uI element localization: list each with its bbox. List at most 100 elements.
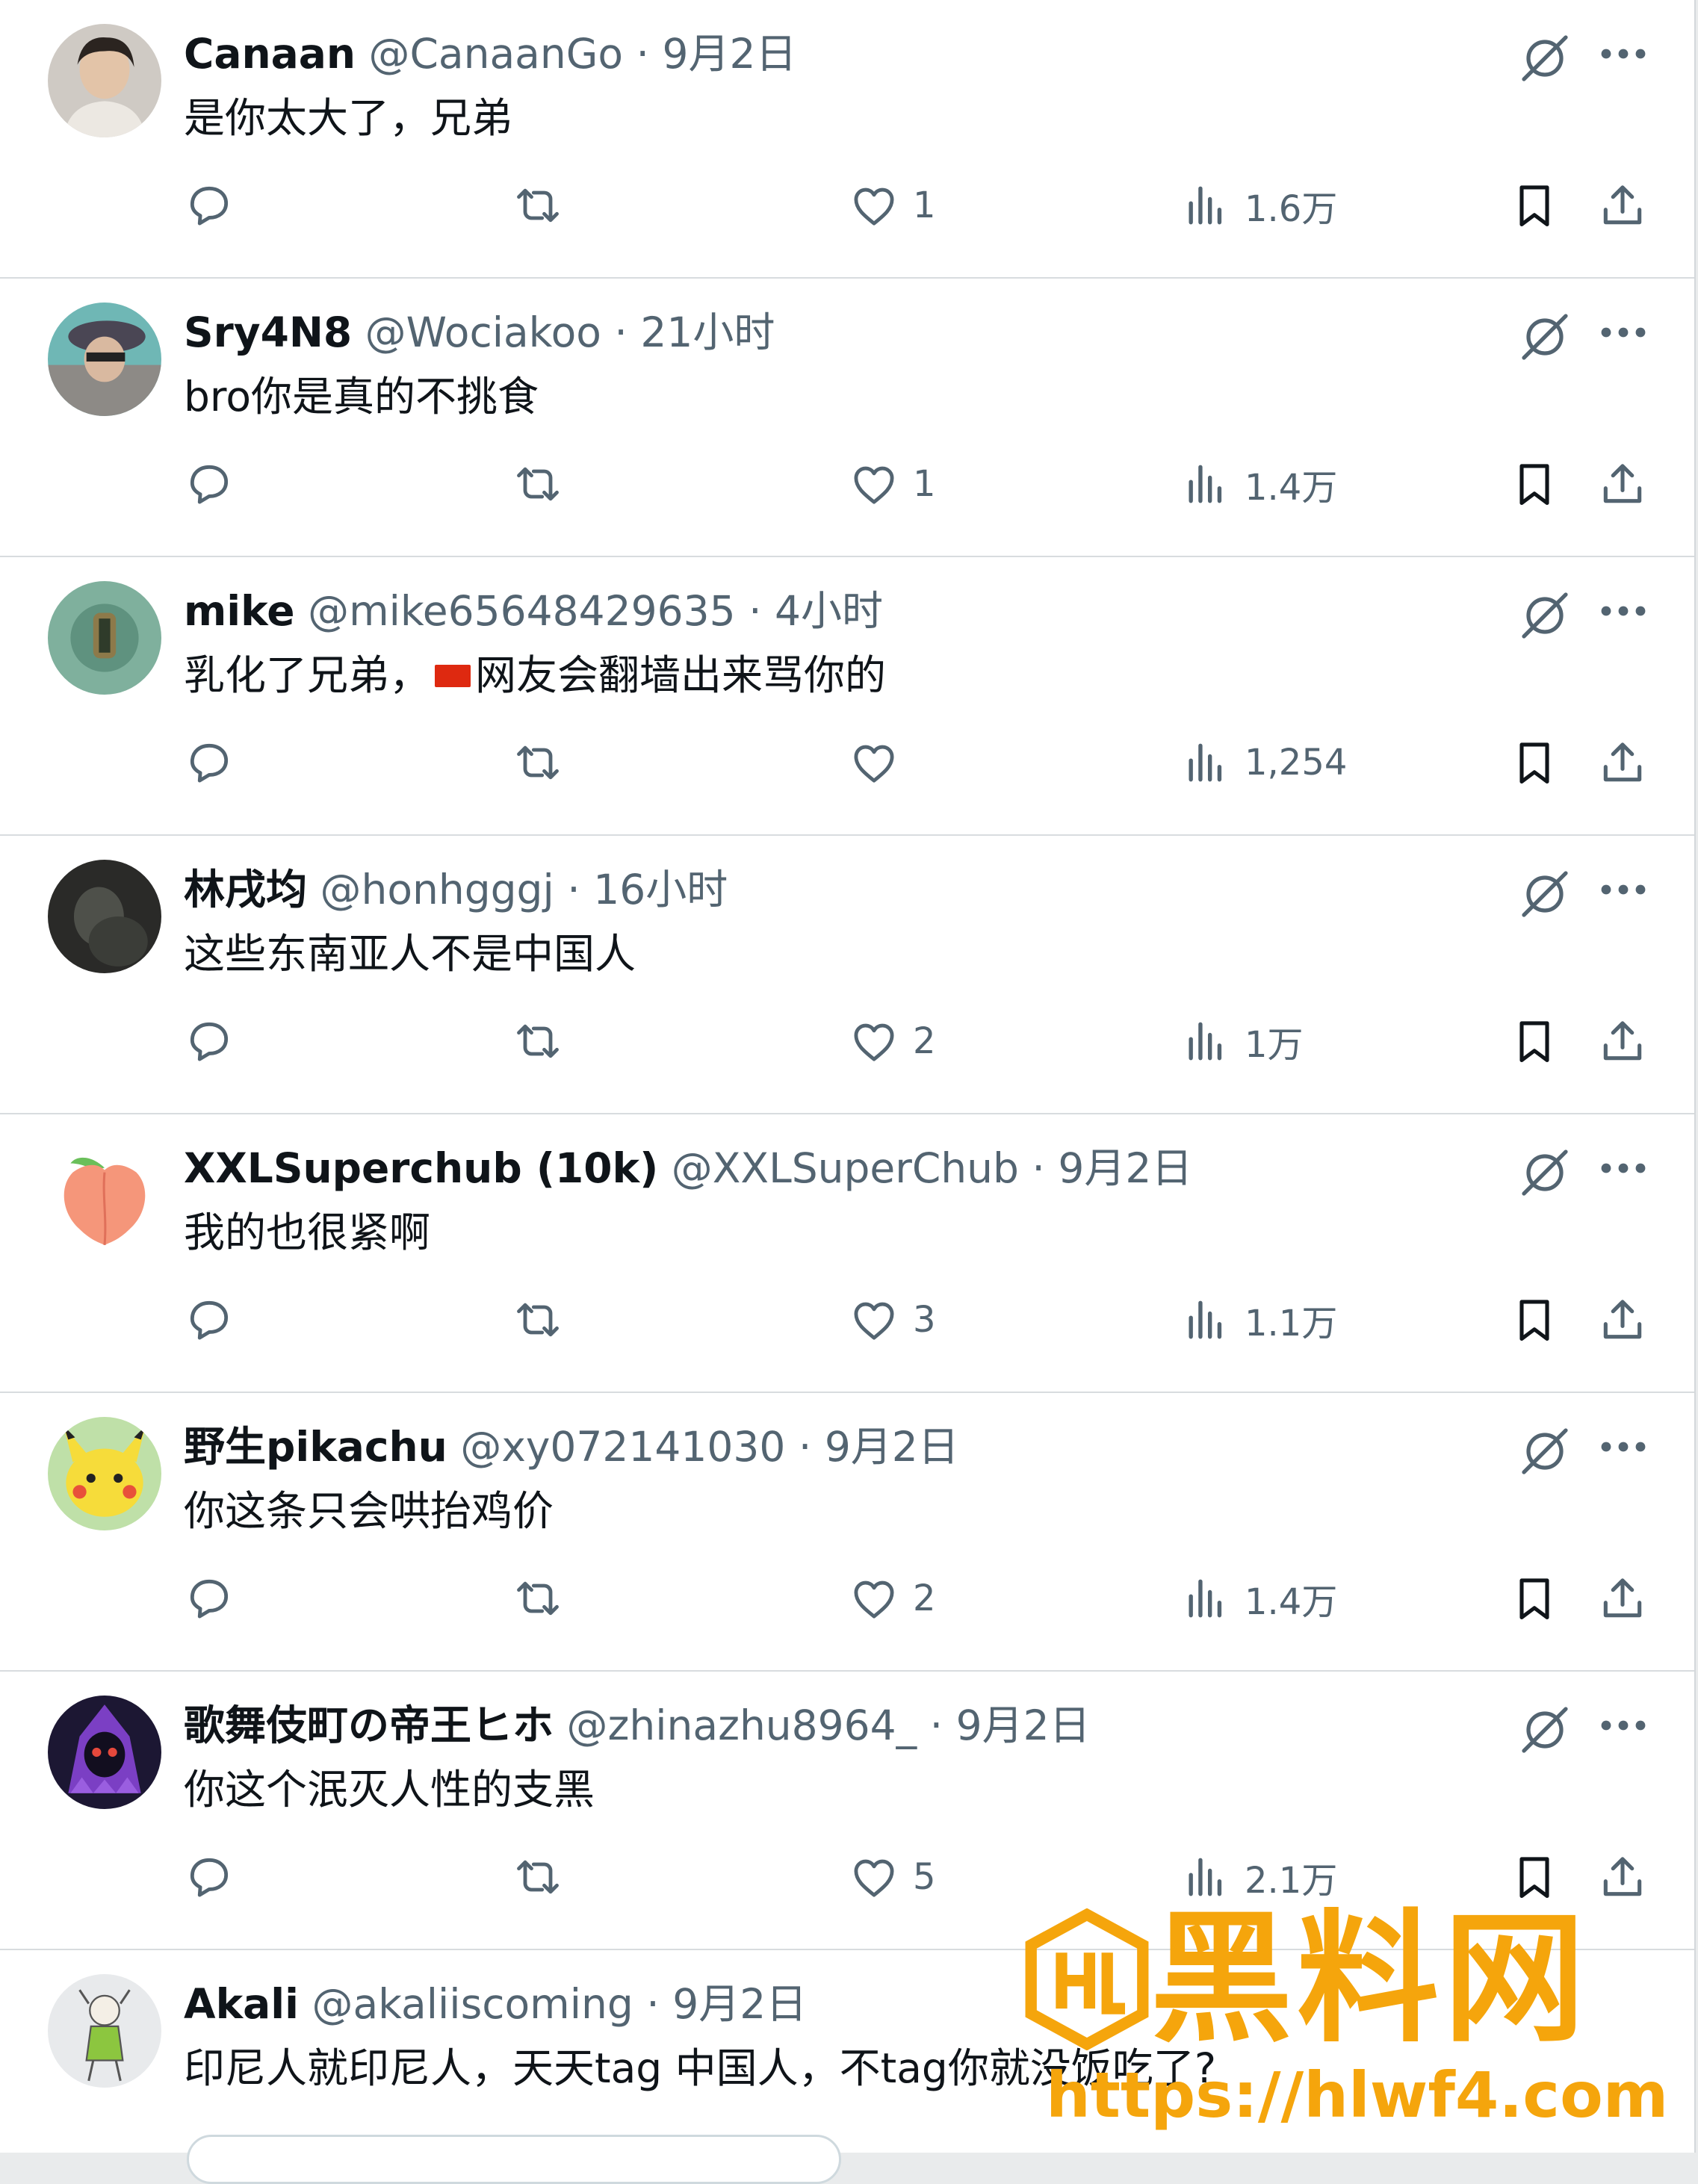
timestamp[interactable]: 21小时 (640, 308, 775, 356)
share-icon (1603, 1578, 1642, 1618)
user-handle[interactable]: @CanaanGo (369, 30, 624, 78)
reply-header: Canaan @CanaanGo · 9月2日 (184, 24, 796, 84)
user-handle[interactable]: @Wociakoo (365, 308, 601, 356)
avatar[interactable] (48, 24, 161, 137)
timestamp[interactable]: 9月2日 (662, 30, 796, 78)
display-name[interactable]: Sry4N8 (184, 308, 352, 356)
reply-button[interactable] (184, 1565, 235, 1632)
reply-item[interactable]: Sry4N8 @Wociakoo · 21小时 bro你是真的不挑食 1 1.4… (0, 279, 1694, 557)
more-icon[interactable] (1597, 595, 1649, 627)
share-button[interactable] (1597, 1008, 1648, 1075)
reply-button[interactable] (184, 172, 235, 239)
more-icon[interactable] (1597, 1152, 1649, 1185)
display-name[interactable]: Canaan (184, 30, 356, 78)
avatar[interactable] (48, 1696, 161, 1809)
timestamp[interactable]: 9月2日 (672, 1980, 807, 2028)
user-handle[interactable]: @akaliiscoming (312, 1980, 633, 2028)
user-handle[interactable]: @zhinazhu8964_ (567, 1701, 917, 1749)
retweet-button[interactable] (512, 1565, 563, 1632)
views-button[interactable]: 1,254 (1180, 729, 1347, 796)
views-button[interactable]: 1.1万 (1180, 1286, 1337, 1353)
separator-dot: · (1032, 1144, 1045, 1192)
share-icon (1603, 1300, 1642, 1339)
grok-icon[interactable] (1515, 1700, 1575, 1760)
reply-item[interactable]: Canaan @CanaanGo · 9月2日 是你太大了，兄弟 1 1.6万 (0, 0, 1694, 279)
bookmark-button[interactable] (1509, 172, 1560, 239)
retweet-button[interactable] (512, 1286, 563, 1353)
display-name[interactable]: Akali (184, 1980, 299, 2028)
bookmark-button[interactable] (1509, 729, 1560, 796)
avatar[interactable] (48, 581, 161, 695)
avatar[interactable] (48, 1138, 161, 1252)
share-button[interactable] (1597, 729, 1648, 796)
reply-item[interactable]: mike @mike65648429635 · 4小时 乳化了兄弟， 网友会翻墙出… (0, 557, 1694, 836)
user-handle[interactable]: @honhgggj (320, 866, 554, 913)
retweet-button[interactable] (512, 450, 563, 518)
display-name[interactable]: 歌舞伎町の帝王ヒホ (184, 1701, 554, 1749)
retweet-button[interactable] (512, 1008, 563, 1075)
timestamp[interactable]: 4小时 (775, 587, 883, 635)
avatar[interactable] (48, 1974, 161, 2088)
bookmark-button[interactable] (1509, 1565, 1560, 1632)
avatar[interactable] (48, 860, 161, 973)
grok-icon[interactable] (1515, 307, 1575, 367)
avatar[interactable] (48, 1417, 161, 1530)
user-handle[interactable]: @xy072141030 (460, 1423, 785, 1471)
reply-button[interactable] (184, 1286, 235, 1353)
reply-item[interactable]: 林戌均 @honhgggj · 16小时 这些东南亚人不是中国人 2 1万 (0, 836, 1694, 1114)
display-name[interactable]: XXLSuperchub (10k) (184, 1144, 658, 1192)
share-button[interactable] (1597, 1565, 1648, 1632)
more-icon[interactable] (1597, 1709, 1649, 1742)
like-button[interactable] (849, 729, 913, 796)
like-button[interactable]: 1 (849, 172, 936, 239)
like-button[interactable]: 1 (849, 450, 936, 518)
retweet-button[interactable] (512, 729, 563, 796)
more-icon[interactable] (1597, 37, 1649, 70)
grok-icon[interactable] (1515, 586, 1575, 645)
share-button[interactable] (1597, 1286, 1648, 1353)
share-icon (1603, 1021, 1642, 1061)
like-count: 2 (913, 1020, 936, 1062)
display-name[interactable]: 林戌均 (184, 866, 307, 913)
reply-item[interactable]: 野生pikachu @xy072141030 · 9月2日 你这条只会哄抬鸡价 … (0, 1393, 1694, 1672)
reply-header: 歌舞伎町の帝王ヒホ @zhinazhu8964_ · 9月2日 (184, 1696, 1091, 1755)
reply-button[interactable] (184, 450, 235, 518)
bookmark-button[interactable] (1509, 450, 1560, 518)
bookmark-button[interactable] (1509, 1008, 1560, 1075)
like-button[interactable]: 3 (849, 1286, 936, 1353)
display-name[interactable]: 野生pikachu (184, 1423, 447, 1471)
grok-icon[interactable] (1515, 864, 1575, 924)
views-button[interactable]: 1.4万 (1180, 450, 1337, 518)
separator-dot: · (567, 866, 580, 913)
share-button[interactable] (1597, 172, 1648, 239)
retweet-button[interactable] (512, 172, 563, 239)
more-icon[interactable] (1597, 873, 1649, 906)
reply-button[interactable] (184, 729, 235, 796)
views-button[interactable]: 1.6万 (1180, 172, 1337, 239)
reply-button[interactable] (184, 1008, 235, 1075)
view-count: 1.4万 (1245, 1581, 1338, 1623)
reply-item[interactable]: XXLSuperchub (10k) @XXLSuperChub · 9月2日 … (0, 1114, 1694, 1393)
timestamp[interactable]: 9月2日 (956, 1701, 1091, 1749)
user-handle[interactable]: @XXLSuperChub (672, 1144, 1019, 1192)
timestamp[interactable]: 16小时 (593, 866, 728, 913)
user-handle[interactable]: @mike65648429635 (308, 587, 736, 635)
grok-icon[interactable] (1515, 28, 1575, 88)
views-button[interactable]: 1万 (1180, 1008, 1304, 1075)
timestamp[interactable]: 9月2日 (1058, 1144, 1192, 1192)
grok-icon[interactable] (1515, 1143, 1575, 1203)
views-button[interactable]: 1.4万 (1180, 1565, 1337, 1632)
like-button[interactable]: 2 (849, 1565, 936, 1632)
more-icon[interactable] (1597, 1430, 1649, 1463)
avatar[interactable] (48, 303, 161, 416)
like-button[interactable]: 5 (849, 1843, 936, 1911)
share-button[interactable] (1597, 450, 1648, 518)
display-name[interactable]: mike (184, 587, 295, 635)
more-icon[interactable] (1597, 316, 1649, 349)
like-button[interactable]: 2 (849, 1008, 936, 1075)
grok-icon[interactable] (1515, 1421, 1575, 1481)
retweet-button[interactable] (512, 1843, 563, 1911)
bookmark-button[interactable] (1509, 1286, 1560, 1353)
timestamp[interactable]: 9月2日 (825, 1423, 959, 1471)
reply-button[interactable] (184, 1843, 235, 1911)
